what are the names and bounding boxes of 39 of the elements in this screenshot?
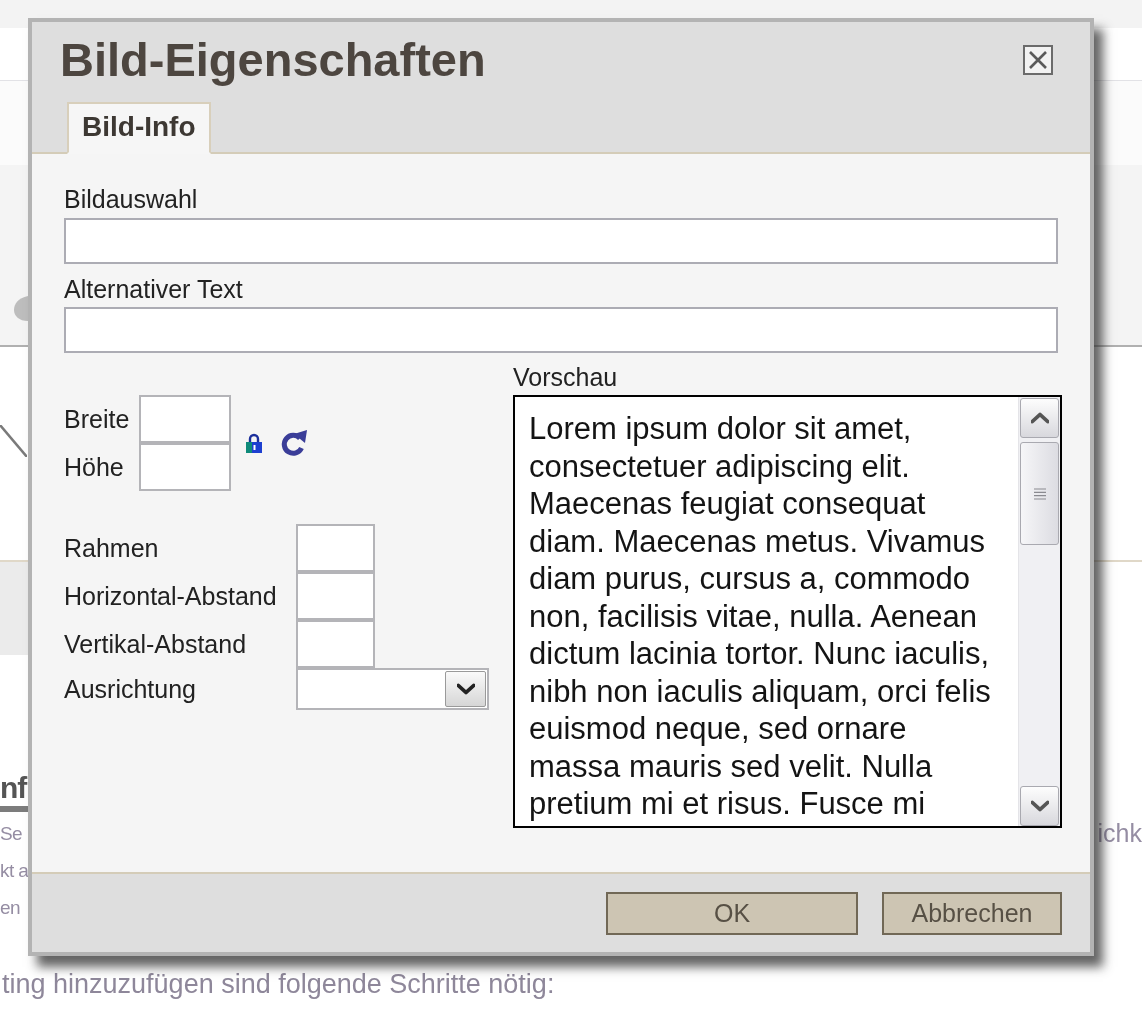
body-text: Se (0, 822, 23, 846)
body-text: en (0, 896, 20, 920)
refresh-icon[interactable] (280, 428, 308, 458)
tab[interactable]: Bild-Info (67, 102, 211, 154)
body-text: kt a (0, 859, 29, 883)
close-icon (1028, 50, 1048, 70)
dropdown-field[interactable] (296, 668, 489, 710)
scroll-down-button[interactable] (1020, 786, 1059, 826)
input-field[interactable] (64, 307, 1058, 353)
input-field[interactable] (296, 572, 375, 620)
field-label: Alternativer Text (64, 275, 244, 304)
input-field[interactable] (139, 395, 231, 443)
field-label: Ausrichtung (64, 674, 198, 704)
input-field[interactable] (64, 218, 1058, 264)
chevron-down-icon (1030, 800, 1049, 812)
chevron-down-icon (456, 683, 475, 695)
field-label: Vertikal-Abstand (64, 629, 248, 659)
dialog-title: Bild-Eigenschaften (60, 33, 486, 87)
body-text: ting hinzuzufügen sind folgende Schritte nötig: (2, 968, 555, 1000)
scrollbar-thumb[interactable] (1020, 442, 1059, 545)
dropdown-button[interactable] (445, 671, 486, 707)
close-button[interactable] (1023, 45, 1053, 75)
field-label: Breite (64, 404, 131, 434)
scroll-up-button[interactable] (1020, 398, 1059, 438)
dialog-button[interactable]: OK (606, 892, 858, 935)
field-label: Rahmen (64, 533, 160, 563)
preview-text: Lorem ipsum dolor sit amet, consectetuer adipiscing elit. Maecenas feugiat consequat diam. Maecenas metus. Vivamus diam purus, cursus a, commodo non, facilisis vitae, nulla. Aenean dictum lacinia tortor. Nunc iaculis, nibh non iaculis aliquam, orci felis euismod neque, sed ornare massa mauris sed velit. Nulla pretium mi et risus. Fusce mi (528, 410, 992, 823)
field-label: Bildauswahl (64, 185, 199, 214)
input-field[interactable] (296, 524, 375, 572)
lock-icon[interactable] (245, 433, 263, 453)
input-field[interactable] (296, 620, 375, 668)
diagonal-line (0, 425, 27, 457)
input-field[interactable] (139, 443, 231, 491)
grip-icon (1033, 487, 1046, 500)
field-label: Horizontal-Abstand (64, 581, 278, 611)
dialog-button[interactable]: Abbrechen (882, 892, 1062, 935)
field-label: Höhe (64, 452, 125, 482)
field-label: Vorschau (513, 363, 619, 392)
chevron-up-icon (1030, 412, 1049, 424)
